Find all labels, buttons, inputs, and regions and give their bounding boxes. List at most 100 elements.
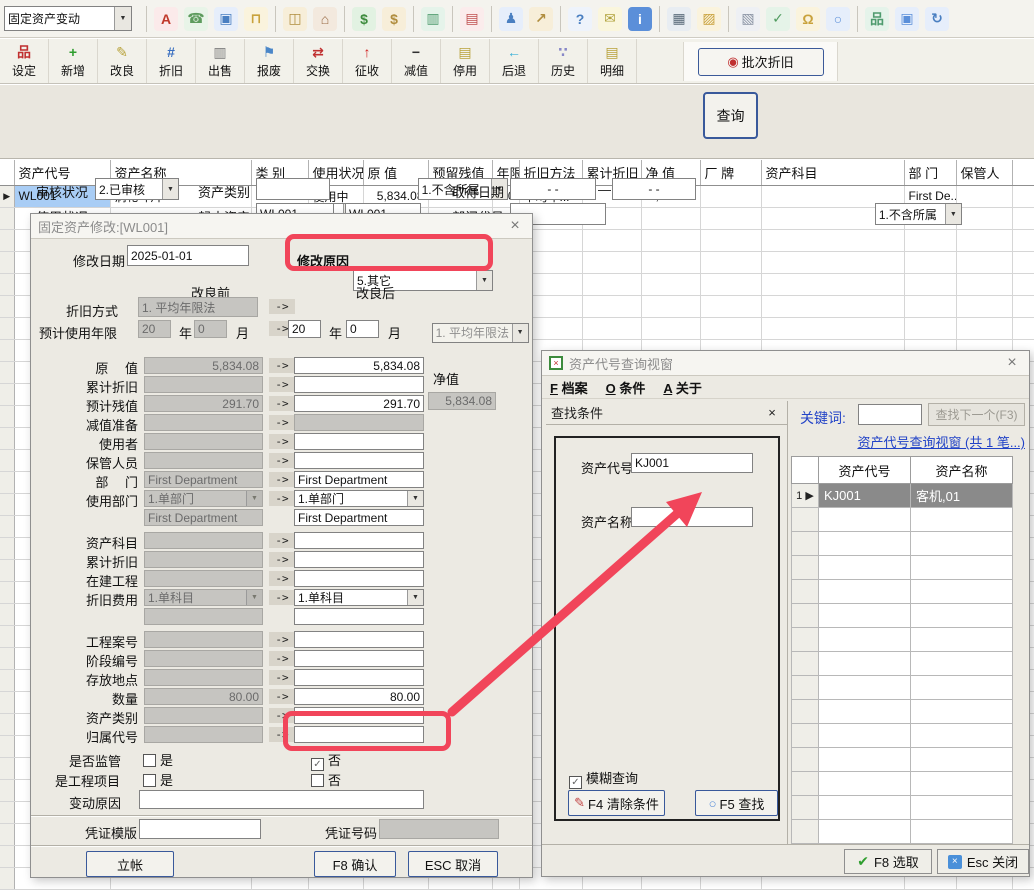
ribbon-button-back[interactable]: ←后退 [490,39,539,83]
after-value-input[interactable] [294,707,424,724]
query-dialog-titlebar[interactable]: × 资产代号查询视窗 × [542,351,1029,376]
close-icon[interactable]: × [1002,354,1022,372]
checkbox-icon[interactable] [311,774,324,787]
home-icon[interactable]: ⌂ [313,7,337,31]
grid-header-cell[interactable]: 保管人 [956,160,1012,185]
ribbon-button-depreciate[interactable]: #折旧 [147,39,196,83]
chevron-down-icon[interactable]: ▼ [945,204,961,224]
after-value-input[interactable] [294,376,424,393]
after-value-input[interactable] [294,669,424,686]
after-value-input[interactable] [294,551,424,568]
after-value-input[interactable] [294,650,424,667]
grid-header-cell[interactable]: 部 门 [904,160,956,185]
ribbon-button-exchange[interactable]: ⇄交换 [294,39,343,83]
checkbox-checked-icon[interactable]: ✓ [569,776,582,789]
help-doc-icon[interactable]: ? [568,7,592,31]
project-no-checkbox[interactable]: 否 [311,770,341,789]
checkbox-icon[interactable] [143,754,156,767]
cart-icon[interactable]: ▥ [421,7,445,31]
money-bag-icon[interactable]: $ [382,7,406,31]
phone-icon[interactable]: ☎ [184,7,208,31]
chevron-down-icon[interactable]: ▼ [512,324,528,342]
result-count-link[interactable]: 资产代号查询视窗 (共 1 笔...) [772,432,1025,451]
monitor-icon[interactable]: ▣ [895,7,919,31]
checkbox-icon[interactable] [143,774,156,787]
ribbon-button-setup[interactable]: 品设定 [0,39,49,83]
f4-clear-button[interactable]: ✎F4 清除条件 [568,790,665,816]
ribbon-button-history[interactable]: ∵历史 [539,39,588,83]
acquire-date-to-input[interactable]: - - [612,178,696,200]
audit-status-select[interactable]: 2.已审核▼ [95,178,179,200]
keyword-input[interactable] [858,404,922,425]
grid-header-cell[interactable] [1012,160,1034,185]
query-asset-code-input[interactable]: KJ001 [631,453,753,473]
copy-docs-icon[interactable]: ▧ [736,7,760,31]
f5-search-button[interactable]: ○F5 查找 [695,790,778,816]
check-circle-icon[interactable]: ✓ [766,7,790,31]
find-next-button[interactable]: 查找下一个(F3) [928,403,1025,426]
after-value-input[interactable] [294,452,424,469]
modify-date-input[interactable]: 2025-01-01 [127,245,249,266]
chevron-down-icon[interactable]: ▼ [407,491,423,506]
depr-method-after-select[interactable]: 1. 平均年限法▼ [432,323,529,343]
folder-icon[interactable]: ▨ [697,7,721,31]
bell-icon[interactable]: Ω [796,7,820,31]
chevron-down-icon[interactable]: ▼ [476,271,492,290]
chevron-down-icon[interactable]: ▼ [162,179,178,199]
asset-category-input[interactable] [256,178,330,200]
batch-depreciation-button[interactable]: ◉ 批次折旧 [698,48,824,76]
computer-icon[interactable]: ▣ [214,7,238,31]
chevron-down-icon[interactable]: ▼ [407,590,423,605]
ribbon-button-disable[interactable]: ▤停用 [441,39,490,83]
menu-item-F[interactable]: F 档案 [550,378,588,397]
esc-close-button[interactable]: ×Esc 关闭 [937,849,1029,874]
refresh-icon[interactable]: ↻ [925,7,949,31]
voucher-template-input[interactable] [139,819,261,839]
module-select[interactable]: 固定资产变动 ▼ [4,6,132,31]
edit-dialog-titlebar[interactable]: 固定资产修改:[WL001] × [31,214,532,239]
query-header-cell[interactable] [792,457,819,484]
lock-icon[interactable]: ⊓ [244,7,268,31]
dollar-coin-icon[interactable]: $ [352,7,376,31]
after-value-input[interactable]: 80.00 [294,688,424,705]
query-header-cell[interactable]: 资产名称 [911,457,1013,484]
mail-icon[interactable]: ✉ [598,7,622,31]
after-value-input[interactable]: 5,834.08 [294,357,424,374]
ribbon-button-add-new[interactable]: +新增 [49,39,98,83]
ribbon-button-sell[interactable]: ▥出售 [196,39,245,83]
after-value-input[interactable] [294,631,424,648]
translate-abc-icon[interactable]: A [154,7,178,31]
query-asset-name-input[interactable] [631,507,753,527]
supervise-no-checkbox[interactable]: ✓否 [311,750,341,771]
f8-select-button[interactable]: ✔F8 选取 [844,849,932,874]
ribbon-button-detail[interactable]: ▤明细 [588,39,637,83]
sitemap-icon[interactable]: 品 [865,7,889,31]
acquire-date-from-input[interactable]: - - [510,178,596,200]
query-header-cell[interactable]: 资产代号 [819,457,911,484]
after-value-input[interactable]: 1.单科目▼ [294,589,424,606]
dept-code-scope-select[interactable]: 1.不含所属▼ [875,203,962,225]
esc-cancel-button[interactable]: ESC 取消 [408,851,498,877]
search-icon[interactable]: ○ [826,7,850,31]
f8-confirm-button[interactable]: F8 确认 [314,851,396,877]
close-icon[interactable]: × [762,405,782,420]
after-value-input[interactable]: First Department [294,471,424,488]
grid-header-cell[interactable]: 厂 牌 [700,160,761,185]
close-icon[interactable]: × [505,217,525,235]
calculator-icon[interactable]: ▦ [667,7,691,31]
menu-item-A[interactable]: A 关于 [663,378,702,397]
after-value-input[interactable] [294,608,424,625]
fuzzy-search-checkbox[interactable]: ✓模糊查询 [569,768,638,789]
after-value-input[interactable] [294,433,424,450]
life-year-after-input[interactable]: 20 [288,320,321,338]
users-icon[interactable]: ♟ [499,7,523,31]
life-month-after-input[interactable]: 0 [346,320,379,338]
info-icon[interactable]: i [628,7,652,31]
after-value-input[interactable] [294,726,424,743]
menu-item-O[interactable]: O 条件 [606,378,646,397]
ribbon-button-impair[interactable]: −减值 [392,39,441,83]
project-yes-checkbox[interactable]: 是 [143,770,173,789]
after-value-input[interactable]: First Department [294,509,424,526]
grid-header-cell[interactable] [0,160,14,185]
ribbon-button-improve[interactable]: ✎改良 [98,39,147,83]
